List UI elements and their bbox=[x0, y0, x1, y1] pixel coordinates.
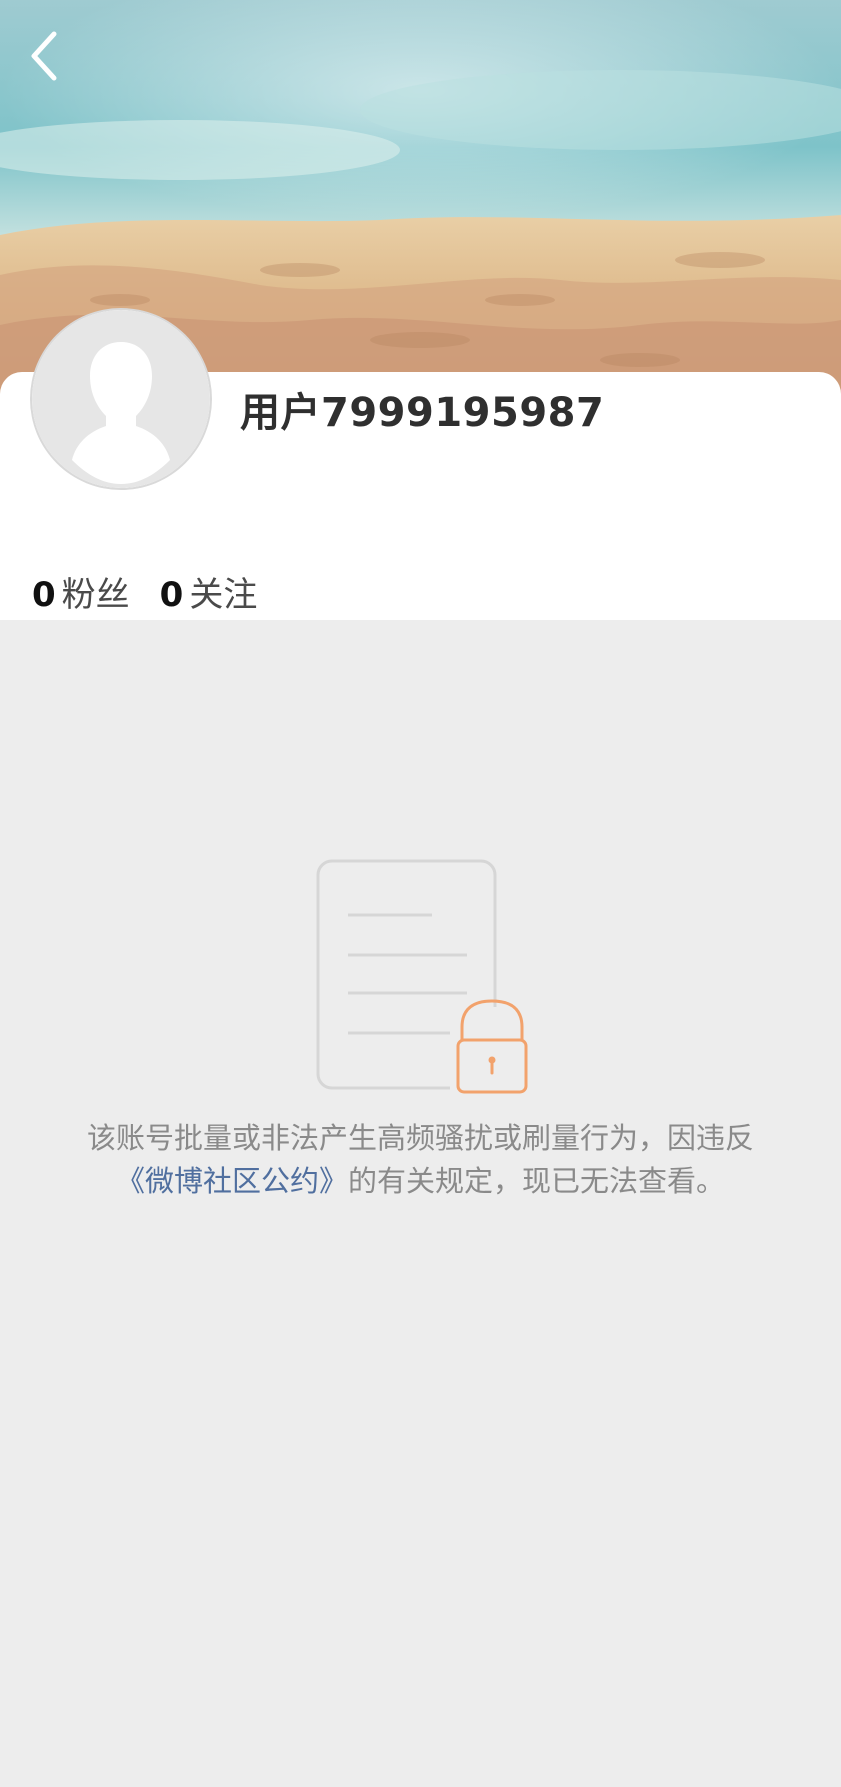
back-button[interactable] bbox=[22, 26, 74, 86]
stats-row: 0 粉丝 0 关注 bbox=[32, 575, 272, 610]
profile-page: 用户7999195987 0 粉丝 0 关注 该账号批量或非法产生高频骚扰或刷量… bbox=[0, 0, 841, 1787]
avatar[interactable] bbox=[32, 310, 210, 488]
document-lock-icon bbox=[310, 855, 540, 1095]
following-stat[interactable]: 0 关注 bbox=[160, 575, 258, 610]
fans-count: 0 bbox=[32, 575, 56, 610]
username: 用户7999195987 bbox=[240, 390, 605, 436]
default-person-avatar-icon bbox=[32, 310, 210, 488]
following-label: 关注 bbox=[189, 575, 258, 610]
following-count: 0 bbox=[159, 575, 184, 610]
fans-stat[interactable]: 0 粉丝 bbox=[32, 575, 130, 610]
chevron-left-icon bbox=[31, 31, 57, 81]
fans-label: 粉丝 bbox=[61, 575, 130, 610]
notice-text-after: 的有关规定，现已无法查看。 bbox=[348, 1164, 726, 1198]
community-guidelines-link[interactable]: 《微博社区公约》 bbox=[116, 1164, 348, 1198]
notice-text-before: 该账号批量或非法产生高频骚扰或刷量行为，因违反 bbox=[86, 1121, 754, 1155]
account-restricted-notice: 该账号批量或非法产生高频骚扰或刷量行为，因违反《微博社区公约》的有关规定，现已无… bbox=[80, 1117, 761, 1203]
